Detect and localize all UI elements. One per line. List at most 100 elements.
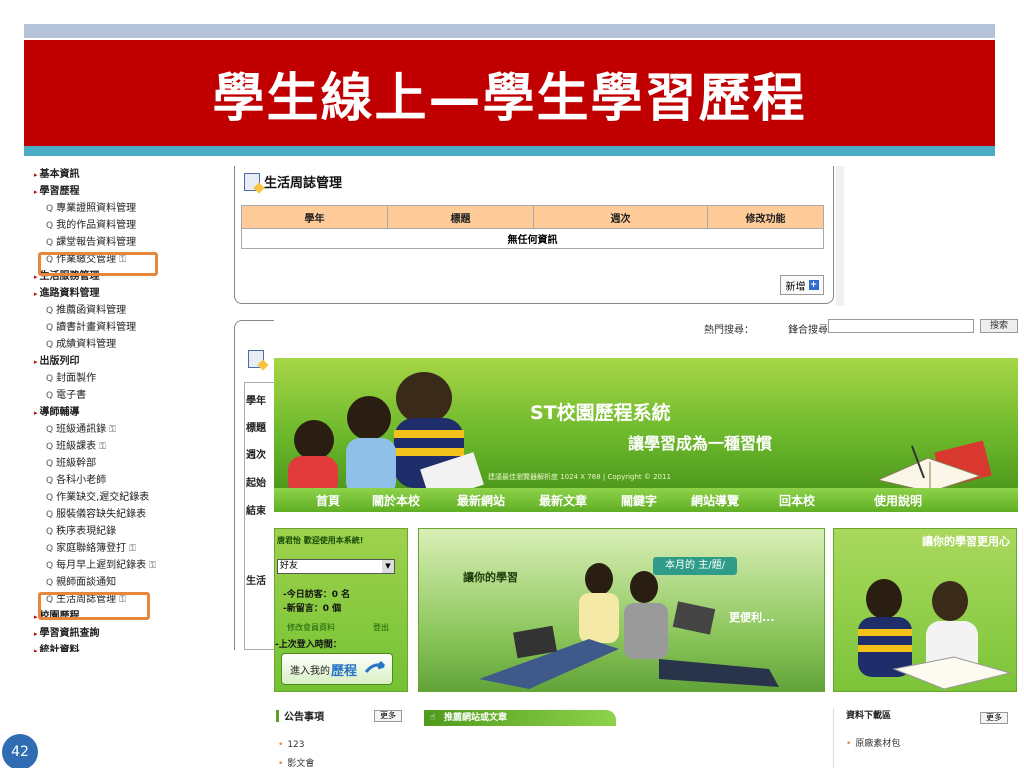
nav-latest-sites[interactable]: 最新網站	[457, 492, 505, 509]
sidebar-label: 班級幹部	[56, 458, 97, 469]
notice-section: 公告事項 更多 • 123 • 影文會	[274, 708, 408, 768]
add-button[interactable]: 新增 +	[780, 275, 824, 295]
sidebar-label: 服裝儀容缺失紀錄表	[56, 509, 147, 520]
col-header-year: 學年	[241, 205, 388, 229]
bullet-icon: •	[278, 740, 284, 750]
sidebar-category[interactable]: ▸ 基本資訊	[30, 166, 194, 183]
sidebar-item[interactable]: Q 服裝儀容缺失紀錄表	[30, 506, 194, 523]
sidebar-label: 我的作品資料管理	[56, 220, 137, 231]
friend-select[interactable]: 好友 ▼	[277, 559, 395, 574]
triangle-right-icon: ▸	[34, 358, 38, 366]
magnifier-icon: Q	[46, 391, 54, 401]
form-label-life: 生活	[246, 572, 276, 587]
edit-member-link[interactable]: 修改會員資料	[287, 622, 335, 633]
slide: 學生線上—學生學習歷程 ▸ 基本資訊 ▸ 學習歷程 Q 專業證照資料管理 Q 我的作品資料管理…	[0, 0, 1024, 768]
col-header-week: 週次	[533, 205, 708, 229]
logout-link[interactable]: 登出	[373, 622, 389, 633]
sidebar-label: 學習歷程	[39, 186, 80, 197]
theme-tab[interactable]: 本月的 主/題/	[653, 557, 737, 575]
sidebar-category[interactable]: ▸ 學習資訊查詢	[30, 625, 194, 642]
sidebar-item[interactable]: Q 班級通訊錄 ⚿	[30, 421, 194, 438]
enter-prefix: 進入我的	[290, 665, 330, 677]
journal-scrollbar[interactable]	[836, 166, 844, 306]
thumb-icon: ☝	[430, 713, 436, 723]
sidebar-item[interactable]: Q 我的作品資料管理	[30, 217, 194, 234]
sidebar-item[interactable]: Q 班級課表 ⚿	[30, 438, 194, 455]
magnifier-icon: Q	[46, 323, 54, 333]
recommend-title: 推薦網站或文章	[444, 713, 508, 723]
nav-about[interactable]: 關於本校	[372, 492, 420, 509]
nav-latest-articles[interactable]: 最新文章	[539, 492, 587, 509]
students-illustration	[288, 372, 484, 488]
highlight-box-homework	[38, 252, 158, 276]
sidebar-item[interactable]: Q 班級幹部	[30, 455, 194, 472]
sidebar-label: 各科小老師	[56, 475, 107, 486]
site-search-label: 鋒合搜尋	[788, 325, 828, 336]
journal-table: 學年 標題 週次 修改功能 無任何資訊	[241, 205, 824, 249]
triangle-right-icon: ▸	[34, 630, 38, 638]
sidebar-item[interactable]: Q 親師面談通知	[30, 574, 194, 591]
sidebar-item[interactable]: Q 讀書計畫資料管理	[30, 319, 194, 336]
nav-sitemap[interactable]: 網站導覽	[691, 492, 739, 509]
sidebar-label: 成績資料管理	[56, 339, 117, 350]
magnifier-icon: Q	[46, 493, 54, 503]
site-banner: ST校園歷程系統 讓學習成為一種習慣 建議最佳瀏覽器解析度 1024 X 768…	[274, 358, 1018, 488]
bullet-icon: •	[278, 759, 284, 768]
campus-portfolio-site: 熱門搜尋： 鋒合搜尋 搜索 ST校園歷程系統 讓學習成為一種習慣 建議最佳瀏覽器…	[274, 318, 1024, 768]
sidebar-item[interactable]: Q 作業缺交,遲交紀錄表	[30, 489, 194, 506]
sidebar-label: 封面製作	[56, 373, 97, 384]
right-feature-box: 讓你的學習更用心	[833, 528, 1017, 692]
nav-home[interactable]: 首頁	[316, 492, 340, 509]
title-band: 學生線上—學生學習歷程	[24, 40, 995, 146]
sidebar-label: 家庭聯絡簿登打	[56, 543, 127, 554]
sidebar-label: 課堂報告資料管理	[56, 237, 137, 248]
download-more-button[interactable]: 更多	[980, 712, 1008, 724]
nav-help[interactable]: 使用說明	[874, 492, 922, 509]
triangle-right-icon: ▸	[34, 188, 38, 196]
page-number: 42	[2, 734, 38, 768]
sidebar-category[interactable]: ▸ 出版列印	[30, 353, 194, 370]
lock-icon: ⚿	[109, 425, 116, 435]
new-messages: -新留言：0 個	[283, 604, 342, 614]
magnifier-icon: Q	[46, 578, 54, 588]
sidebar-item[interactable]: Q 推薦函資料管理	[30, 302, 194, 319]
sidebar-item[interactable]: Q 封面製作	[30, 370, 194, 387]
sidebar-category[interactable]: ▸ 進路資料管理	[30, 285, 194, 302]
nav-school[interactable]: 回本校	[779, 492, 815, 509]
last-login: -上次登入時間：	[275, 640, 342, 650]
enter-portfolio-button[interactable]: 進入我的 歷程	[281, 653, 393, 685]
sidebar-item[interactable]: Q 課堂報告資料管理	[30, 234, 194, 251]
notice-more-button[interactable]: 更多	[374, 710, 402, 722]
sidebar-label: 親師面談通知	[56, 577, 117, 588]
member-box: 唐君怡 歡迎使用本系統! 好友 ▼ -今日訪客：0 名 -新留言：0 個 修改會…	[274, 528, 408, 692]
notice-header: 公告事項	[276, 708, 324, 723]
site-search-button[interactable]: 搜索	[980, 319, 1018, 333]
sidebar-item[interactable]: Q 各科小老師	[30, 472, 194, 489]
welcome-text: 唐君怡 歡迎使用本系統!	[277, 536, 364, 545]
sidebar-item[interactable]: Q 秩序表現紀錄	[30, 523, 194, 540]
triangle-right-icon: ▸	[34, 409, 38, 417]
triangle-right-icon: ▸	[34, 273, 38, 281]
triangle-right-icon: ▸	[34, 613, 38, 621]
download-item[interactable]: • 原廠素材包	[846, 736, 900, 749]
nav-keywords[interactable]: 關鍵字	[621, 492, 657, 509]
magnifier-icon: Q	[46, 238, 54, 248]
site-search-input[interactable]	[828, 319, 974, 333]
sidebar-item[interactable]: Q 電子書	[30, 387, 194, 404]
visitors-today: -今日訪客：0 名	[283, 590, 351, 600]
document-edit-icon	[244, 172, 260, 191]
sidebar-category[interactable]: ▸ 導師輔導	[30, 404, 194, 421]
sidebar-item[interactable]: Q 成績資料管理	[30, 336, 194, 353]
feature-photo: 本月的 主/題/ 讓你的學習 更便利...	[418, 528, 825, 692]
document-edit-icon	[248, 350, 264, 368]
notice-item[interactable]: • 123	[278, 740, 305, 750]
sidebar-item[interactable]: Q 家庭聯絡簿登打 ⚿	[30, 540, 194, 557]
magnifier-icon: Q	[46, 340, 54, 350]
sidebar-category[interactable]: ▸ 學習歷程	[30, 183, 194, 200]
chevron-down-icon: ▼	[382, 560, 394, 573]
sidebar-item[interactable]: Q 專業證照資料管理	[30, 200, 194, 217]
notice-item[interactable]: • 影文會	[278, 756, 314, 768]
sidebar-category[interactable]: ▸ 統計資料	[30, 642, 194, 652]
sidebar-label: 電子書	[56, 390, 87, 401]
sidebar-item[interactable]: Q 每月早上遲到紀錄表 ⚿	[30, 557, 194, 574]
